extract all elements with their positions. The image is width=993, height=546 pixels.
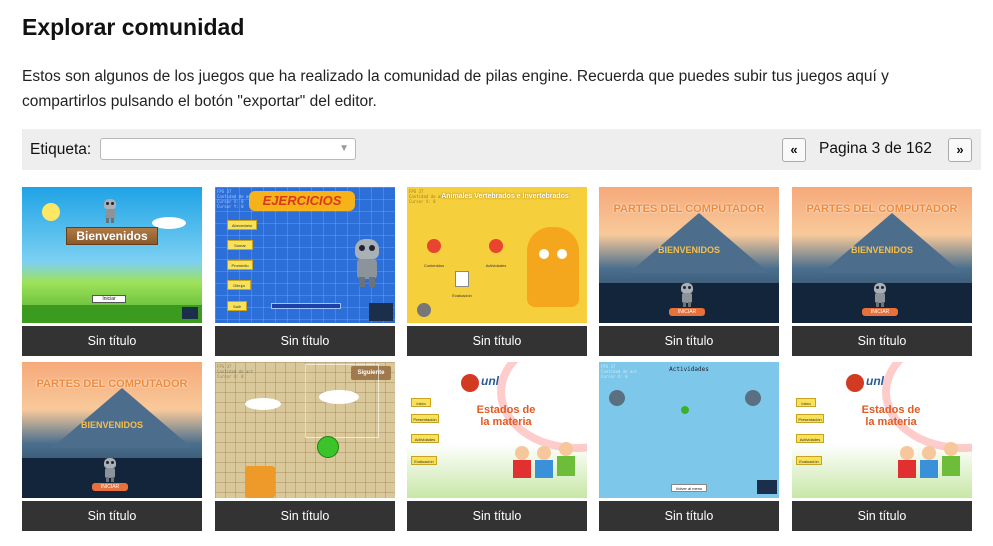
game-card[interactable]: FPS 37 Cantidad de act Cursor X: 0 Animale… <box>407 187 587 357</box>
game-thumbnail[interactable]: FPS 37 Cantidad de act Cursor X: 0 Cursor Y… <box>215 187 395 323</box>
game-title[interactable]: Sin título <box>599 501 779 531</box>
thumb-title: Bienvenidos <box>66 227 158 245</box>
intro-text: Estos son algunos de los juegos que ha r… <box>22 68 889 110</box>
page-title: Explorar comunidad <box>22 14 245 40</box>
prev-page-button[interactable]: « <box>782 138 806 162</box>
game-thumbnail[interactable]: FPS 37 Cantidad de act Cursor X: 0 Activid… <box>599 362 779 498</box>
thumb-button: Iniciar <box>92 295 126 303</box>
thumb-title: Estados de la materia <box>861 404 921 428</box>
game-thumbnail[interactable]: PARTES DEL COMPUTADOR BIENVENIDOS INICIA… <box>599 187 779 323</box>
thumb-title: PARTES DEL COMPUTADOR <box>36 378 188 390</box>
game-card[interactable]: PARTES DEL COMPUTADOR BIENVENIDOS INICIA… <box>792 187 972 357</box>
game-thumbnail[interactable]: FPS 37 Cantidad de act Cursor X: 0 Siguien… <box>215 362 395 498</box>
game-card[interactable]: PARTES DEL COMPUTADOR BIENVENIDOS INICIA… <box>22 362 202 532</box>
filter-toolbar: Etiqueta: ▼ « Pagina 3 de 162 » <box>22 129 981 170</box>
game-card[interactable]: unl Estados de la materia Inicio Present… <box>407 362 587 532</box>
tag-label: Etiqueta: <box>30 141 92 158</box>
thumb-title: Animales Vertebrados e Invertebrados <box>441 193 569 200</box>
game-title[interactable]: Sin título <box>792 501 972 531</box>
game-card[interactable]: unl Estados de la materia Inicio Present… <box>792 362 972 532</box>
game-title[interactable]: Sin título <box>215 501 395 531</box>
game-thumbnail[interactable]: PARTES DEL COMPUTADOR BIENVENIDOS INICIA… <box>22 362 202 498</box>
game-title[interactable]: Sin título <box>599 326 779 356</box>
game-thumbnail[interactable]: Bienvenidos Iniciar <box>22 187 202 323</box>
game-card[interactable]: FPS 37 Cantidad de act Cursor X: 0 Siguien… <box>215 362 395 532</box>
thumb-title: Estados de la materia <box>476 404 536 428</box>
triangle-down-icon: ▼ <box>339 143 349 154</box>
game-card[interactable]: FPS 37 Cantidad de act Cursor X: 0 Activid… <box>599 362 779 532</box>
game-title[interactable]: Sin título <box>22 501 202 531</box>
game-thumbnail[interactable]: unl Estados de la materia Inicio Present… <box>407 362 587 498</box>
game-card[interactable]: PARTES DEL COMPUTADOR BIENVENIDOS INICIA… <box>599 187 779 357</box>
thumb-title: PARTES DEL COMPUTADOR <box>806 203 958 215</box>
next-page-button[interactable]: » <box>948 138 972 162</box>
game-thumbnail[interactable]: unl Estados de la materia Inicio Present… <box>792 362 972 498</box>
game-title[interactable]: Sin título <box>22 326 202 356</box>
tag-select[interactable]: ▼ <box>100 138 356 160</box>
thumb-title: PARTES DEL COMPUTADOR <box>613 203 765 215</box>
game-thumbnail[interactable]: FPS 37 Cantidad de act Cursor X: 0 Animale… <box>407 187 587 323</box>
thumb-title: Actividades <box>669 366 709 373</box>
game-title[interactable]: Sin título <box>407 326 587 356</box>
game-title[interactable]: Sin título <box>407 501 587 531</box>
game-card[interactable]: FPS 37 Cantidad de act Cursor X: 0 Cursor Y… <box>215 187 395 357</box>
game-thumbnail[interactable]: PARTES DEL COMPUTADOR BIENVENIDOS INICIA… <box>792 187 972 323</box>
game-title[interactable]: Sin título <box>215 326 395 356</box>
page-status: Pagina 3 de 162 <box>819 140 932 157</box>
game-card[interactable]: Bienvenidos Iniciar Sin título <box>22 187 202 357</box>
game-title[interactable]: Sin título <box>792 326 972 356</box>
thumb-title: EJERCICIOS <box>249 191 355 211</box>
